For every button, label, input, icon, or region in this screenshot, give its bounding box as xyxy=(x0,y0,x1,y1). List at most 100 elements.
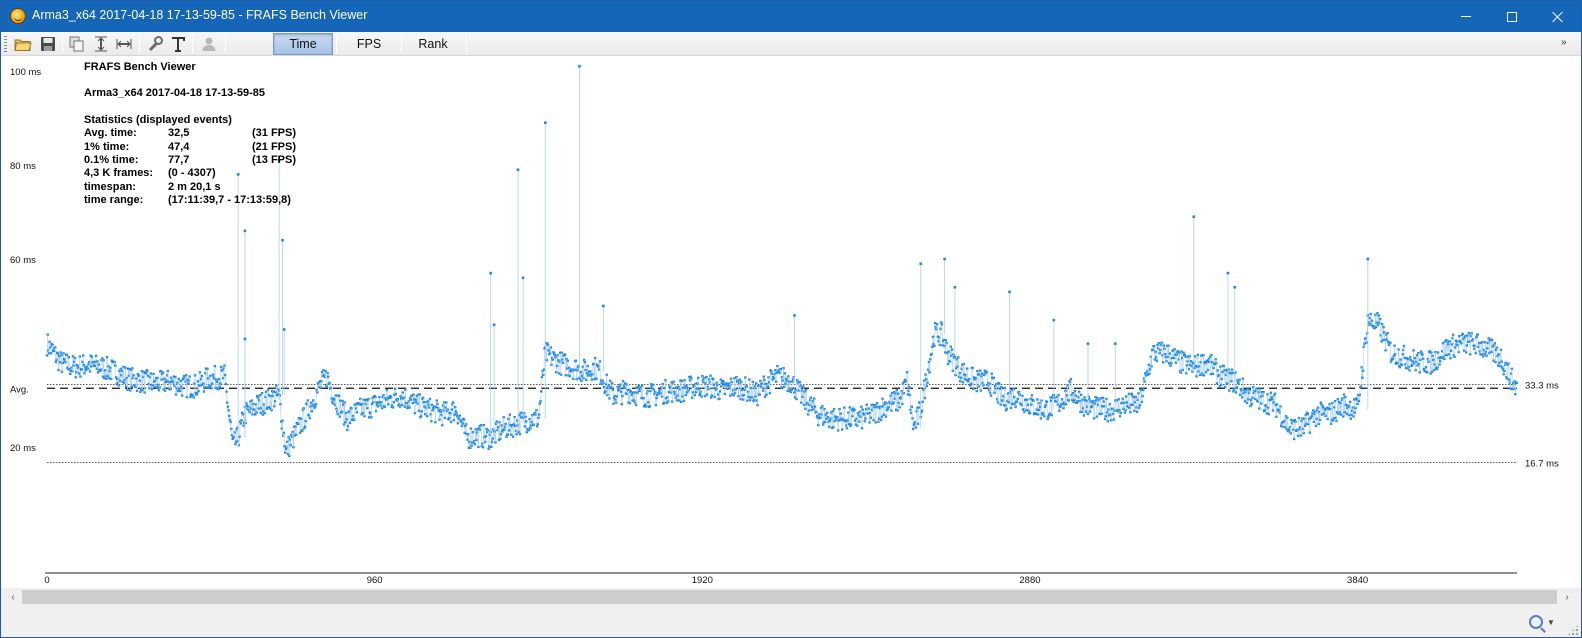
title-bar[interactable]: Arma3_x64 2017-04-18 17-13-59-85 - FRAFS… xyxy=(1,1,1581,32)
spike-point xyxy=(1366,257,1370,261)
close-button[interactable] xyxy=(1535,1,1581,32)
scrollbar-thumb[interactable] xyxy=(22,590,1557,604)
series-segment xyxy=(170,377,172,390)
open-folder-icon[interactable] xyxy=(14,35,32,53)
stats-row: 0.1% time: 77,7 (13 FPS) xyxy=(84,154,296,167)
scroll-left-arrow-icon[interactable]: ‹ xyxy=(4,588,22,606)
series-segment xyxy=(1231,369,1233,382)
series-segment xyxy=(574,360,576,370)
series-segment xyxy=(1333,407,1335,419)
series-segment xyxy=(1375,314,1377,327)
series-segment xyxy=(708,379,710,390)
fit-horizontal-icon[interactable] xyxy=(115,35,133,53)
series-segment xyxy=(701,376,703,397)
maximize-button[interactable] xyxy=(1489,1,1535,32)
spike-point xyxy=(1226,271,1230,275)
series-segment xyxy=(341,400,343,412)
close-icon xyxy=(1552,11,1564,23)
series-segment xyxy=(1065,395,1068,405)
series-segment xyxy=(818,414,820,426)
series-segment xyxy=(1106,398,1108,413)
statistics-overlay: FRAFS Bench Viewer Arma3_x64 2017-04-18 … xyxy=(84,61,296,208)
series-segment xyxy=(1468,333,1470,342)
settings-wrench-icon[interactable] xyxy=(146,35,164,53)
horizontal-scrollbar[interactable]: ‹ › xyxy=(1,588,1581,606)
series-segment xyxy=(1043,406,1046,417)
series-segment xyxy=(683,380,685,401)
series-segment xyxy=(621,395,623,405)
series-segment xyxy=(280,404,282,422)
series-segment xyxy=(444,407,446,418)
series-segment xyxy=(757,385,759,406)
stats-label: 0.1% time: xyxy=(84,154,139,167)
data-point xyxy=(1515,381,1518,384)
series-segment xyxy=(1261,392,1263,404)
series-segment xyxy=(207,368,209,379)
series-segment xyxy=(980,375,982,391)
series-segment xyxy=(691,378,693,398)
series-segment xyxy=(878,408,881,419)
resize-grip[interactable] xyxy=(1567,624,1579,636)
series-segment xyxy=(740,382,743,391)
spike-point xyxy=(1008,290,1011,294)
text-icon[interactable] xyxy=(169,35,187,53)
fit-vertical-icon[interactable] xyxy=(92,35,110,53)
series-segment xyxy=(870,405,872,418)
series-segment xyxy=(429,399,431,415)
series-segment xyxy=(1199,362,1201,376)
series-segment xyxy=(82,355,85,366)
reference-line-label: 16.7 ms xyxy=(1525,459,1559,470)
tab-time[interactable]: Time xyxy=(273,33,333,55)
series-segment xyxy=(735,377,737,390)
series-segment xyxy=(1116,400,1118,411)
series-segment xyxy=(103,360,105,378)
tab-fps[interactable]: FPS xyxy=(341,33,397,55)
series-segment xyxy=(414,401,416,414)
series-segment xyxy=(954,357,956,376)
series-segment xyxy=(271,391,273,411)
spike-point xyxy=(578,65,581,68)
series-segment xyxy=(1437,352,1439,368)
series-segment xyxy=(1316,409,1318,419)
stats-value: 47,4 xyxy=(168,140,190,153)
series-segment xyxy=(193,383,195,398)
stats-label: timespan: xyxy=(84,180,136,193)
spike-point xyxy=(282,328,286,331)
series-segment xyxy=(133,375,135,386)
series-segment xyxy=(1379,319,1382,336)
scroll-right-arrow-icon[interactable]: › xyxy=(1558,588,1576,606)
spike-point xyxy=(281,238,284,242)
series-segment xyxy=(540,376,543,392)
y-tick-label: 60 ms xyxy=(10,255,36,266)
spike-point xyxy=(1052,318,1056,322)
series-segment xyxy=(1469,335,1472,355)
series-segment xyxy=(843,407,846,421)
series-segment xyxy=(873,407,875,421)
series-segment xyxy=(1394,345,1396,355)
zoom-icon[interactable] xyxy=(1529,615,1543,629)
series-segment xyxy=(1385,334,1387,351)
app-smiley-icon[interactable] xyxy=(10,8,26,24)
stats-label: time range: xyxy=(84,194,144,207)
series-segment xyxy=(594,358,597,379)
series-segment xyxy=(1151,350,1153,367)
series-segment xyxy=(978,374,980,387)
series-segment xyxy=(1274,393,1276,406)
zoom-dropdown-chevron-icon[interactable]: ▼ xyxy=(1547,618,1555,627)
series-segment xyxy=(635,387,638,405)
toolbar-overflow-chevron-icon[interactable]: » xyxy=(1561,37,1567,48)
tab-rank[interactable]: Rank xyxy=(405,33,461,55)
series-segment xyxy=(1419,359,1421,373)
series-segment xyxy=(1428,351,1430,362)
series-segment xyxy=(706,377,708,395)
series-segment xyxy=(68,357,70,370)
series-segment xyxy=(268,395,270,408)
minimize-button[interactable] xyxy=(1443,1,1489,32)
user-icon[interactable] xyxy=(200,35,218,53)
copy-icon[interactable] xyxy=(68,35,86,53)
series-segment xyxy=(837,420,840,431)
toolbar-grip[interactable] xyxy=(4,36,7,52)
series-segment xyxy=(1224,374,1227,388)
save-icon[interactable] xyxy=(39,35,57,53)
toolbar-separator xyxy=(336,36,337,53)
